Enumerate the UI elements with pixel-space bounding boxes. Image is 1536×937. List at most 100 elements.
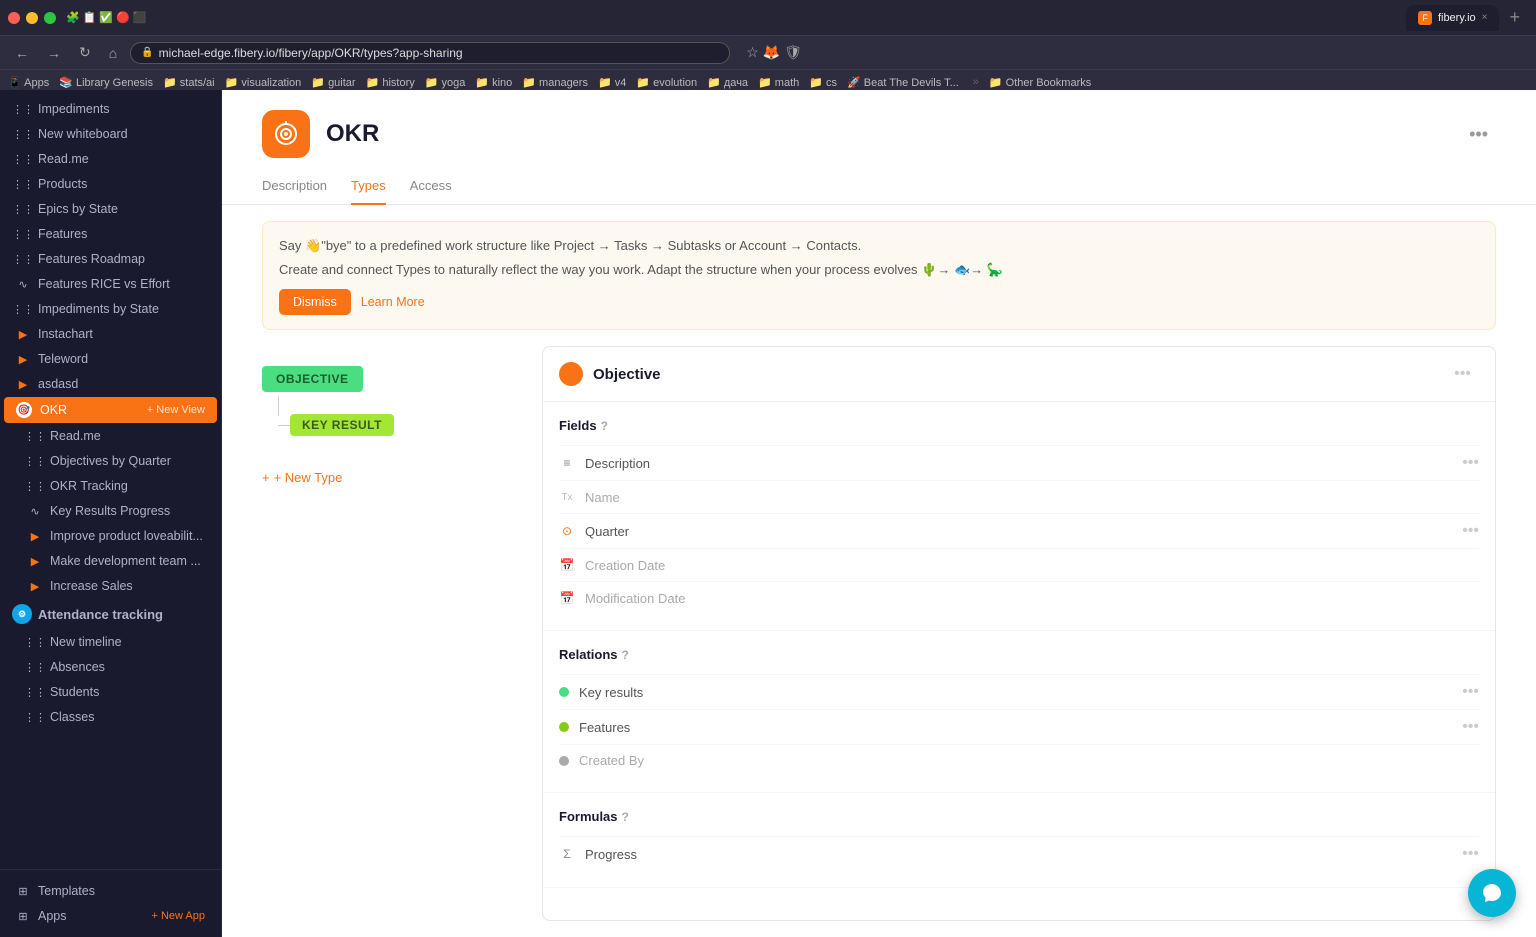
bookmark-v4[interactable]: 📁 v4 — [598, 76, 626, 89]
sidebar-templates[interactable]: ⊞ Templates — [4, 879, 217, 903]
sidebar-item-make-dev[interactable]: ▶ Make development team ... — [4, 549, 217, 573]
new-view-btn[interactable]: + New View — [147, 404, 205, 416]
tab-types[interactable]: Types — [351, 170, 386, 205]
refresh-btn[interactable]: ↻ — [74, 41, 96, 64]
header-menu-btn[interactable]: ••• — [1461, 120, 1496, 149]
sidebar-item-new-timeline[interactable]: ⋮⋮ New timeline — [4, 630, 217, 654]
tab-bar: 🧩 📋 ✅ 🔴 ⬛ F fibery.io × + — [0, 0, 1536, 36]
sidebar-item-epics[interactable]: ⋮⋮ Epics by State — [4, 197, 217, 221]
grid-icon: ⋮⋮ — [16, 152, 30, 166]
bookmark-math[interactable]: 📁 math — [758, 76, 799, 89]
bookmark-kino[interactable]: 📁 kino — [475, 76, 512, 89]
detail-menu-btn[interactable]: ••• — [1446, 361, 1479, 387]
grid-icon: ⋮⋮ — [16, 102, 30, 116]
sidebar-item-readme2[interactable]: ⋮⋮ Read.me — [4, 424, 217, 448]
bookmark-stats[interactable]: 📁 stats/ai — [163, 76, 215, 89]
grid-icon: ⋮⋮ — [28, 710, 42, 724]
sidebar-item-impediments[interactable]: ⋮⋮ Impediments — [4, 97, 217, 121]
tabs-bar: Description Types Access — [222, 158, 1536, 205]
sidebar-item-products[interactable]: ⋮⋮ Products — [4, 172, 217, 196]
page-title: OKR — [326, 120, 379, 148]
grid-icon: ⋮⋮ — [16, 252, 30, 266]
bookmark-dacha[interactable]: 📁 дача — [707, 76, 748, 89]
grid-icon: ⋮⋮ — [28, 429, 42, 443]
relation-menu-features[interactable]: ••• — [1462, 718, 1479, 736]
sidebar-item-increase-sales[interactable]: ▶ Increase Sales — [4, 574, 217, 598]
home-btn[interactable]: ⌂ — [104, 42, 122, 64]
relations-help-icon[interactable]: ? — [622, 648, 629, 662]
fields-section: Fields ? ≡ Description ••• Tx Name ⊙ — [543, 402, 1495, 631]
creation-date-icon: 📅 — [559, 557, 575, 573]
sidebar-item-okr[interactable]: 🎯 OKR + New View — [4, 397, 217, 423]
sidebar-item-features-roadmap[interactable]: ⋮⋮ Features Roadmap — [4, 247, 217, 271]
sidebar-item-instachart[interactable]: ▶ Instachart — [4, 322, 217, 346]
back-btn[interactable]: ← — [10, 42, 34, 64]
bookmark-star-btn[interactable]: ☆ — [746, 44, 759, 61]
field-menu-quarter[interactable]: ••• — [1462, 522, 1479, 540]
sidebar-item-classes[interactable]: ⋮⋮ Classes — [4, 705, 217, 729]
tab-access[interactable]: Access — [410, 170, 452, 205]
fields-help-icon[interactable]: ? — [601, 419, 608, 433]
tab-close-btn[interactable]: × — [1482, 12, 1488, 23]
new-tab-btn[interactable]: + — [1501, 7, 1528, 28]
bookmark-cs[interactable]: 📁 cs — [809, 76, 837, 89]
sidebar-item-improve[interactable]: ▶ Improve product loveabilit... — [4, 524, 217, 548]
app-icon — [262, 110, 310, 158]
active-tab[interactable]: F fibery.io × — [1406, 5, 1500, 31]
field-menu-description[interactable]: ••• — [1462, 454, 1479, 472]
bookmark-history[interactable]: 📁 history — [366, 76, 415, 89]
sidebar-item-readme1[interactable]: ⋮⋮ Read.me — [4, 147, 217, 171]
sidebar-item-absences[interactable]: ⋮⋮ Absences — [4, 655, 217, 679]
learn-more-btn[interactable]: Learn More — [361, 289, 425, 315]
bookmark-yoga[interactable]: 📁 yoga — [425, 76, 466, 89]
play-icon: ▶ — [16, 352, 30, 366]
sidebar-apps[interactable]: ⊞ Apps + New App — [4, 904, 217, 928]
kr-node[interactable]: KEY RESULT — [290, 414, 394, 436]
forward-btn[interactable]: → — [42, 42, 66, 64]
bookmark-apps[interactable]: 📱 Apps — [8, 76, 49, 89]
dismiss-btn[interactable]: Dismiss — [279, 289, 351, 315]
bookmark-other[interactable]: 📁 Other Bookmarks — [989, 76, 1091, 89]
bookmark-lib[interactable]: 📚 Library Genesis — [59, 76, 153, 89]
sidebar-item-features[interactable]: ⋮⋮ Features — [4, 222, 217, 246]
sidebar-item-whiteboard[interactable]: ⋮⋮ New whiteboard — [4, 122, 217, 146]
relations-title: Relations ? — [559, 647, 1479, 662]
formulas-help-icon[interactable]: ? — [622, 810, 629, 824]
sidebar-item-impediments-state[interactable]: ⋮⋮ Impediments by State — [4, 297, 217, 321]
relation-menu-key-results[interactable]: ••• — [1462, 683, 1479, 701]
sidebar-group-attendance[interactable]: ⚙ Attendance tracking — [0, 599, 221, 629]
close-dot[interactable] — [8, 12, 20, 24]
apps-icon: ⊞ — [16, 909, 30, 923]
tab-description[interactable]: Description — [262, 170, 327, 205]
minimize-dot[interactable] — [26, 12, 38, 24]
grid-icon: ⋮⋮ — [16, 177, 30, 191]
bookmark-beat[interactable]: 🚀 Beat The Devils T... — [847, 76, 959, 89]
address-bar[interactable]: 🔒 michael-edge.fibery.io/fibery/app/OKR/… — [130, 42, 730, 64]
nav-bar: ← → ↻ ⌂ 🔒 michael-edge.fibery.io/fibery/… — [0, 36, 1536, 70]
grid-icon: ⋮⋮ — [28, 479, 42, 493]
bookmark-managers[interactable]: 📁 managers — [522, 76, 588, 89]
bookmark-viz[interactable]: 📁 visualization — [225, 76, 302, 89]
bookmark-guitar[interactable]: 📁 guitar — [311, 76, 355, 89]
sidebar-item-features-rice[interactable]: ∿ Features RICE vs Effort — [4, 272, 217, 296]
detail-panel: Objective ••• Fields ? ≡ Description ••• — [542, 346, 1496, 921]
formula-menu-progress[interactable]: ••• — [1462, 845, 1479, 863]
bookmark-evolution[interactable]: 📁 evolution — [636, 76, 697, 89]
sidebar-item-objectives-quarter[interactable]: ⋮⋮ Objectives by Quarter — [4, 449, 217, 473]
types-area: OBJECTIVE KEY RESULT + + New Type — [222, 346, 1536, 937]
maximize-dot[interactable] — [44, 12, 56, 24]
sidebar-item-key-results[interactable]: ∿ Key Results Progress — [4, 499, 217, 523]
sidebar-item-okr-tracking[interactable]: ⋮⋮ OKR Tracking — [4, 474, 217, 498]
sidebar-item-asdasd[interactable]: ▶ asdasd — [4, 372, 217, 396]
chat-button[interactable] — [1468, 869, 1516, 917]
grid-icon: ⋮⋮ — [16, 202, 30, 216]
sidebar-item-teleword[interactable]: ▶ Teleword — [4, 347, 217, 371]
new-app-btn[interactable]: + New App — [151, 910, 205, 922]
sidebar-item-students[interactable]: ⋮⋮ Students — [4, 680, 217, 704]
relation-row-key-results: Key results ••• — [559, 674, 1479, 709]
grid-icon: ⋮⋮ — [28, 635, 42, 649]
new-type-btn[interactable]: + + New Type — [262, 466, 342, 489]
more-bookmarks[interactable]: » — [973, 76, 979, 88]
objective-node[interactable]: OBJECTIVE — [262, 366, 363, 392]
tilde-icon: ∿ — [16, 277, 30, 291]
